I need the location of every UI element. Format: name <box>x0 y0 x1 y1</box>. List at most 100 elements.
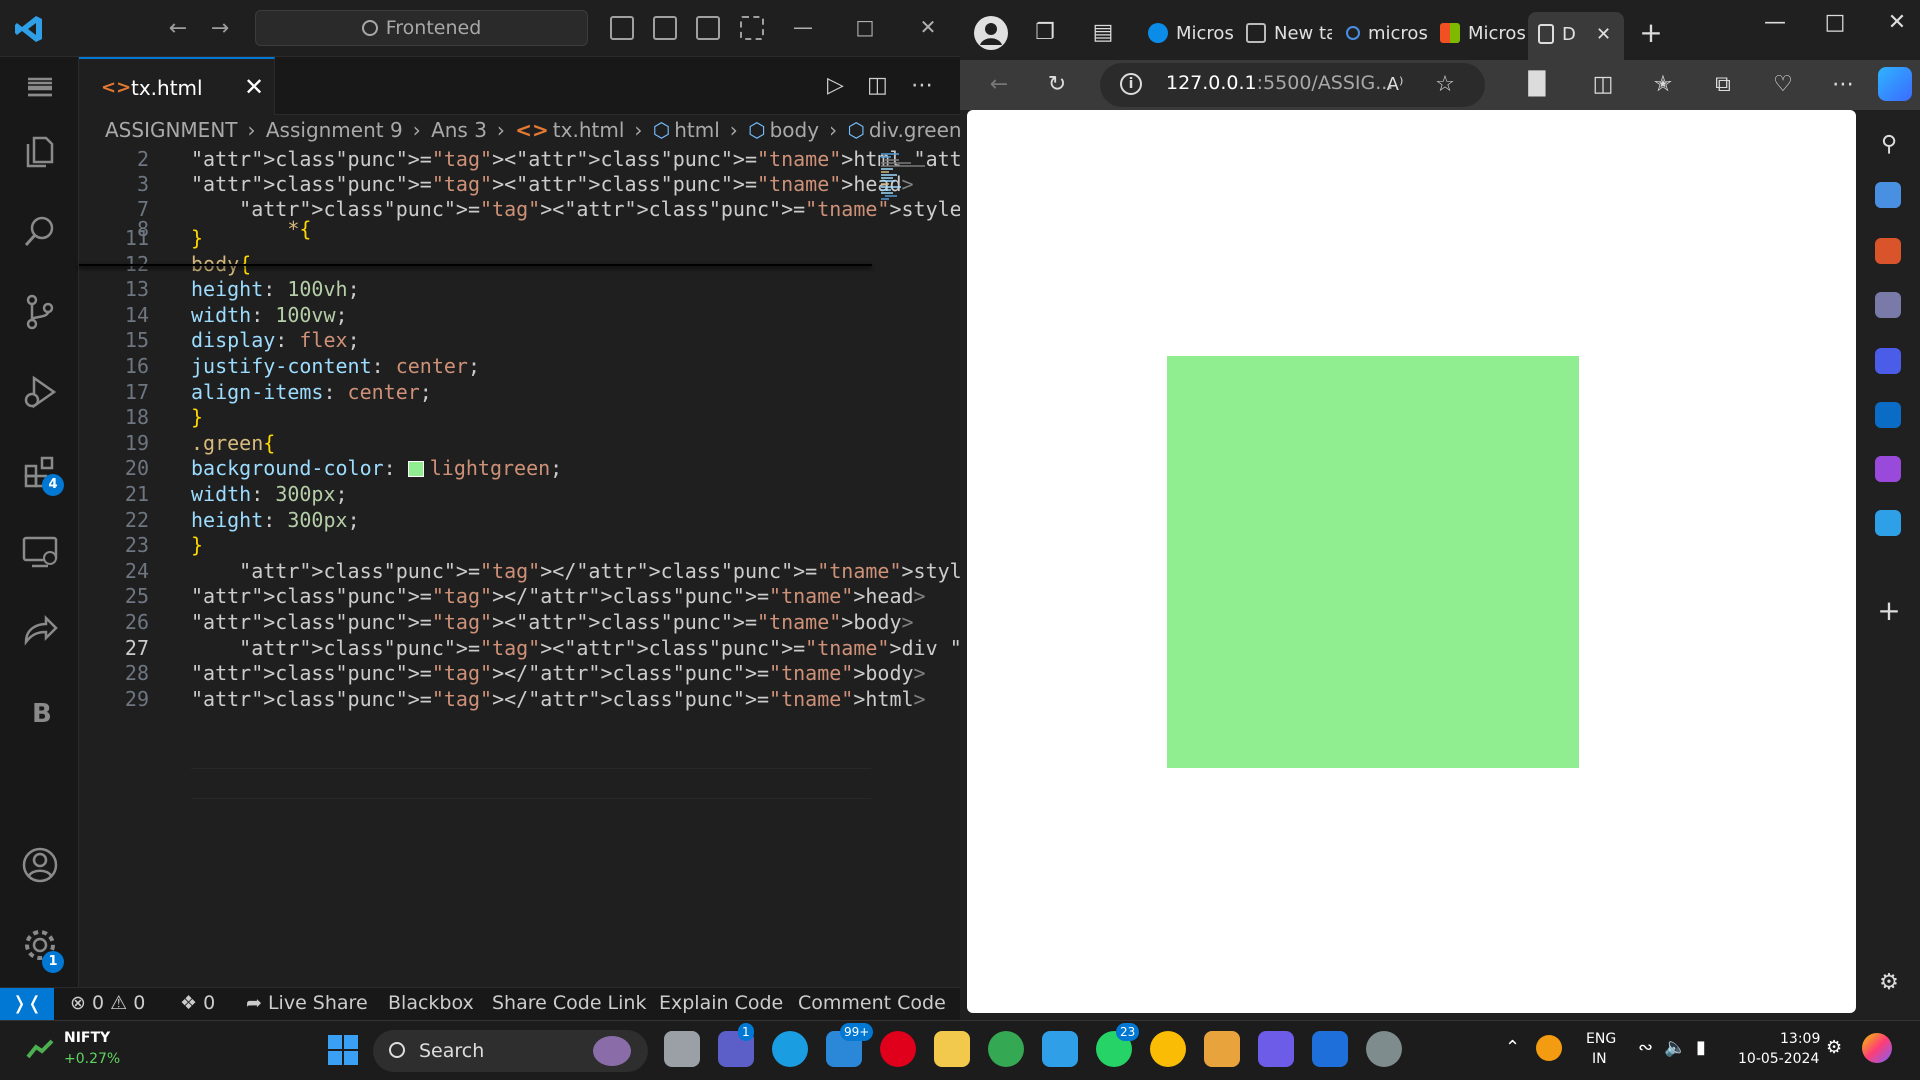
task-view-icon[interactable] <box>664 1031 700 1067</box>
browser-tab[interactable]: New ta <box>1246 14 1332 54</box>
tools-briefcase-icon[interactable] <box>1875 238 1901 264</box>
mail-icon[interactable]: 99+ <box>826 1023 874 1067</box>
toggle-primary-sidebar-icon[interactable] <box>610 16 634 40</box>
copilot-taskbar-icon[interactable] <box>1258 1031 1294 1067</box>
explain-code-status[interactable]: Explain Code <box>659 992 783 1014</box>
code-editor[interactable]: 2 "attr">class"punc">="tag"><"attr">class… <box>79 147 1920 985</box>
edge-taskbar-icon[interactable] <box>772 1031 808 1067</box>
vscode-taskbar-icon[interactable] <box>1042 1031 1078 1067</box>
breadcrumb-item[interactable]: html <box>674 118 720 142</box>
clock-time[interactable]: 13:09 <box>1780 1031 1820 1047</box>
minimize-icon[interactable]: — <box>1760 8 1790 38</box>
more-options-icon[interactable]: ⋯ <box>1828 70 1858 100</box>
minimize-icon[interactable]: — <box>788 12 818 42</box>
tab-tx-html[interactable]: <> tx.html ✕ <box>79 57 275 115</box>
favorite-star-icon[interactable]: ☆ <box>1430 70 1460 100</box>
copilot-app-icon[interactable] <box>1875 348 1901 374</box>
add-sidebar-app-icon[interactable]: + <box>1874 596 1904 626</box>
whatsapp-icon[interactable]: 23 <box>1096 1023 1140 1067</box>
browser-tab[interactable]: Micros <box>1440 14 1526 54</box>
wifi-icon[interactable]: ∾ <box>1638 1037 1653 1058</box>
menu-icon[interactable] <box>0 59 79 119</box>
run-debug-icon[interactable] <box>0 362 79 422</box>
close-window-icon[interactable]: ✕ <box>913 12 943 42</box>
accounts-icon[interactable] <box>0 835 79 895</box>
maximize-icon[interactable]: □ <box>850 12 880 42</box>
git-app-icon[interactable] <box>1204 1031 1240 1067</box>
copilot-tray-icon[interactable] <box>1862 1033 1892 1063</box>
shopping-tag-icon[interactable] <box>1875 182 1901 208</box>
forward-arrow-icon[interactable]: → <box>205 14 235 44</box>
address-bar[interactable]: i 127.0.0.1:5500/ASSIG... A⁾ ☆ <box>1100 63 1485 107</box>
notification-bell-icon[interactable]: ⚙ <box>1826 1037 1842 1058</box>
profile-avatar[interactable] <box>974 16 1008 50</box>
workspaces-icon[interactable]: ❐ <box>1030 18 1060 48</box>
games-chess-icon[interactable] <box>1875 292 1901 318</box>
outlook-icon[interactable] <box>1875 402 1901 428</box>
chrome-icon[interactable] <box>988 1031 1024 1067</box>
file-explorer-icon[interactable] <box>934 1031 970 1067</box>
maximize-icon[interactable]: □ <box>1820 8 1850 38</box>
code-line[interactable]: 29 "attr">class"punc">="tag"></"attr">cla… <box>79 684 926 715</box>
chrome-profile-icon[interactable] <box>1150 1031 1186 1067</box>
read-aloud-icon[interactable]: A⁾ <box>1380 70 1410 100</box>
new-tab-plus-icon[interactable]: + <box>1636 18 1666 48</box>
battery-icon[interactable]: ▮ <box>1696 1037 1706 1058</box>
windows-start-icon[interactable] <box>328 1035 358 1065</box>
language-top[interactable]: ENG <box>1586 1031 1616 1047</box>
live-share-status[interactable]: ➦ Live Share <box>246 992 368 1014</box>
problems-indicator[interactable]: ⊗ 0 ⚠ 0 <box>70 992 145 1014</box>
toggle-panel-icon[interactable] <box>653 16 677 40</box>
search-icon[interactable] <box>0 202 79 262</box>
language-bottom[interactable]: IN <box>1592 1051 1607 1067</box>
blackbox-icon[interactable]: B <box>0 682 79 742</box>
close-tab-icon[interactable]: ✕ <box>244 73 264 101</box>
source-control-icon[interactable] <box>0 282 79 342</box>
comment-code-status[interactable]: Comment Code <box>798 992 946 1014</box>
vertical-tabs-icon[interactable]: ▤ <box>1088 18 1118 48</box>
ports-indicator[interactable]: ❖ 0 <box>180 992 215 1014</box>
customize-layout-icon[interactable] <box>740 16 764 40</box>
favorites-icon[interactable]: ✭ <box>1648 70 1678 100</box>
clock-date[interactable]: 10-05-2024 <box>1738 1051 1819 1067</box>
designer-icon[interactable] <box>1875 456 1901 482</box>
opera-icon[interactable] <box>880 1031 916 1067</box>
telegram-send-icon[interactable] <box>1875 510 1901 536</box>
browser-essentials-icon[interactable]: ♡ <box>1768 70 1798 100</box>
run-play-icon[interactable]: ▷ <box>827 73 844 98</box>
remote-desktop-icon[interactable] <box>1312 1031 1348 1067</box>
live-share-icon[interactable] <box>0 602 79 662</box>
sidebar-settings-gear-icon[interactable]: ⚙ <box>1874 968 1904 998</box>
show-hidden-icons-chevron-icon[interactable]: ⌃ <box>1505 1037 1520 1058</box>
manage-gear-icon[interactable]: 1 <box>0 915 79 975</box>
teams-icon[interactable]: 1 <box>718 1023 754 1067</box>
sync-tray-icon[interactable] <box>1536 1035 1562 1061</box>
browser-tab-active[interactable]: D ✕ <box>1528 12 1624 60</box>
breadcrumb-item[interactable]: Assignment 9 <box>266 118 403 142</box>
breadcrumb-item[interactable]: div.green <box>869 118 960 142</box>
taskbar-search[interactable]: Search <box>373 1030 648 1072</box>
share-code-link-status[interactable]: Share Code Link <box>492 992 646 1014</box>
close-window-icon[interactable]: ✕ <box>1882 8 1912 38</box>
back-arrow-icon[interactable]: ← <box>163 14 193 44</box>
toggle-secondary-sidebar-icon[interactable] <box>696 16 720 40</box>
remote-explorer-icon[interactable] <box>0 522 79 582</box>
close-tab-icon[interactable]: ✕ <box>1596 12 1611 58</box>
color-swatch[interactable] <box>407 461 424 478</box>
blackbox-status[interactable]: Blackbox <box>388 992 474 1014</box>
breadcrumb-item[interactable]: tx.html <box>553 118 625 142</box>
breadcrumb-item[interactable]: Ans 3 <box>431 118 487 142</box>
explorer-icon[interactable] <box>0 122 79 182</box>
split-editor-icon[interactable]: ◫ <box>867 73 888 98</box>
refresh-icon[interactable]: ↻ <box>1042 70 1072 100</box>
more-actions-icon[interactable]: ⋯ <box>911 73 933 98</box>
search-icon[interactable]: ⚲ <box>1874 130 1904 160</box>
extensions-icon[interactable]: 4 <box>0 442 79 502</box>
remote-indicator-icon[interactable]: ❭❬ <box>0 988 54 1021</box>
copilot-icon[interactable] <box>1878 67 1912 101</box>
browser-tab[interactable]: micros <box>1346 14 1432 54</box>
breadcrumb-item[interactable]: ASSIGNMENT <box>105 118 238 142</box>
back-arrow-icon[interactable]: ← <box>984 70 1014 100</box>
minimap[interactable] <box>879 152 939 212</box>
volume-icon[interactable]: 🔈 <box>1664 1037 1686 1058</box>
